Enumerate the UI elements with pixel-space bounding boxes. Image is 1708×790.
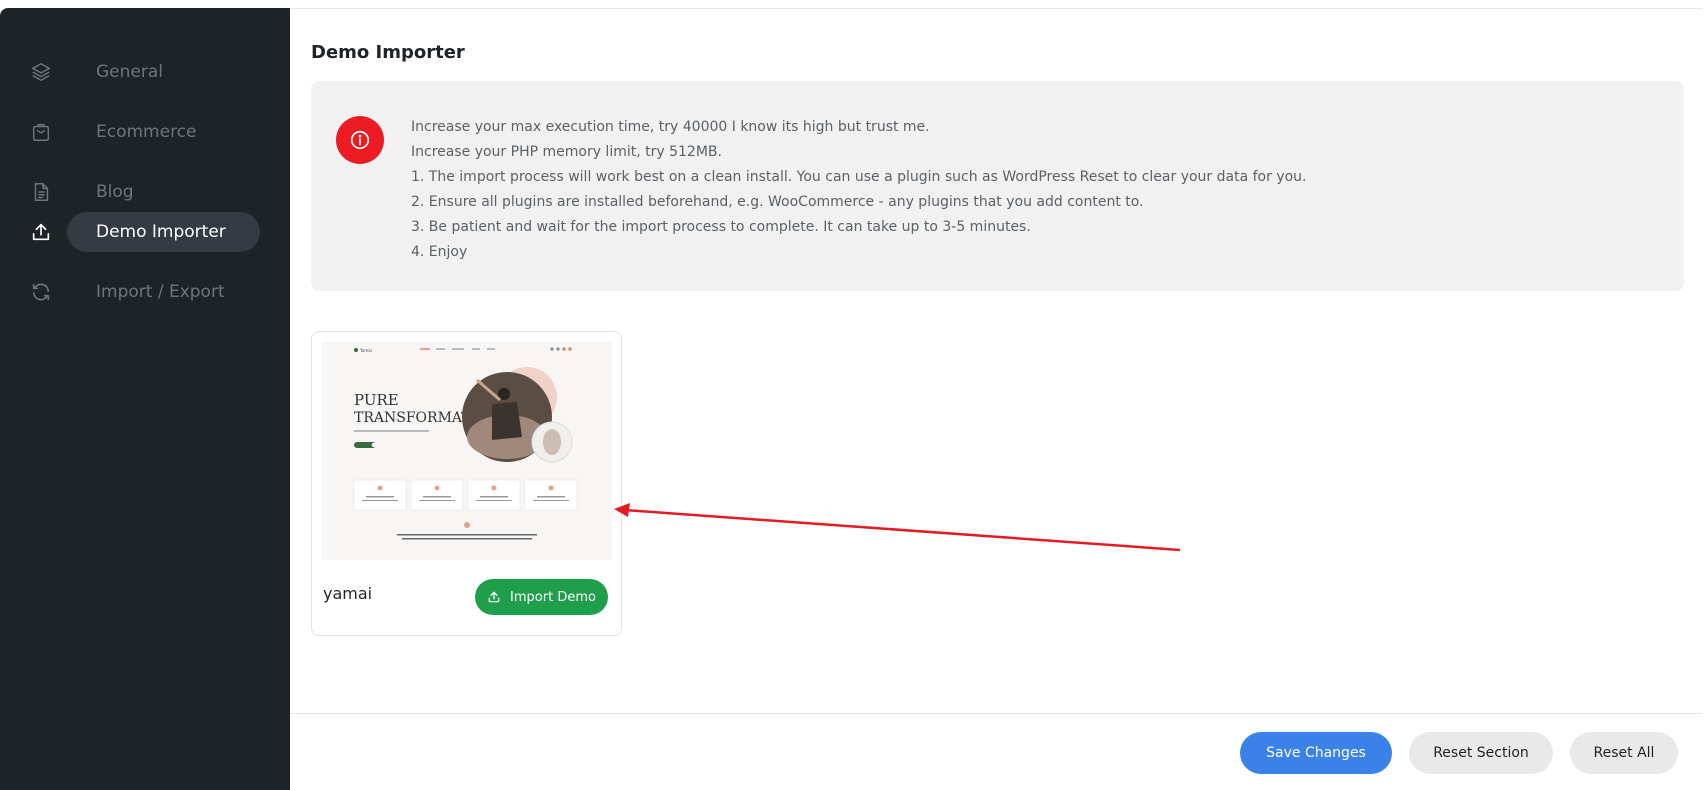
- reset-all-button[interactable]: Reset All: [1570, 732, 1678, 774]
- demo-name: yamai: [323, 584, 373, 603]
- sidebar-item-label: Import / Export: [96, 282, 225, 302]
- notice-line: Increase your max execution time, try 40…: [411, 119, 930, 135]
- demo-preview-image[interactable]: Yamai PURE TRANSFORMATION: [322, 342, 612, 560]
- upload-icon: [30, 221, 52, 243]
- import-demo-button[interactable]: Import Demo: [475, 579, 608, 615]
- notice-panel: Increase your max execution time, try 40…: [311, 81, 1684, 291]
- footer-divider: [290, 713, 1708, 714]
- annotation-arrow-line: [623, 508, 1181, 552]
- notice-line: 1. The import process will work best on …: [411, 169, 1307, 185]
- demo-card: Yamai PURE TRANSFORMATION yamai Import D…: [311, 331, 622, 636]
- refresh-icon: [30, 281, 52, 303]
- sidebar-item-label: Demo Importer: [96, 222, 226, 242]
- notice-line: Increase your PHP memory limit, try 512M…: [411, 144, 722, 160]
- reset-section-button[interactable]: Reset Section: [1409, 732, 1553, 774]
- notice-text: Increase your max execution time, try 40…: [411, 115, 1307, 265]
- save-changes-button[interactable]: Save Changes: [1240, 732, 1392, 774]
- notice-line: 3. Be patient and wait for the import pr…: [411, 219, 1031, 235]
- notice-line: 4. Enjoy: [411, 244, 468, 260]
- page-title: Demo Importer: [311, 42, 465, 63]
- sidebar-item-import-export[interactable]: Import / Export: [0, 272, 290, 312]
- sidebar-item-ecommerce[interactable]: Ecommerce: [0, 112, 290, 152]
- sidebar-item-blog[interactable]: Blog: [0, 172, 290, 212]
- top-divider: [290, 8, 1708, 9]
- preview-logo: Yamai: [359, 348, 372, 353]
- sidebar-item-general[interactable]: General: [0, 52, 290, 92]
- demo-preview-art: Yamai PURE TRANSFORMATION: [322, 342, 612, 560]
- import-demo-label: Import Demo: [510, 589, 596, 605]
- layers-icon: [30, 61, 52, 83]
- info-icon: [336, 116, 384, 164]
- upload-icon: [488, 591, 500, 603]
- sidebar-item-label: Blog: [96, 182, 134, 202]
- sidebar-item-label: Ecommerce: [96, 122, 197, 142]
- sidebar: General Ecommerce Blog Demo Importer Imp…: [0, 8, 290, 790]
- sidebar-item-demo-importer[interactable]: Demo Importer: [0, 212, 290, 252]
- document-icon: [30, 181, 52, 203]
- sidebar-item-label: General: [96, 62, 163, 82]
- scrollbar[interactable]: [1702, 0, 1708, 790]
- notice-line: 2. Ensure all plugins are installed befo…: [411, 194, 1144, 210]
- preview-headline-1: PURE: [354, 391, 399, 409]
- shopping-bag-icon: [30, 121, 52, 143]
